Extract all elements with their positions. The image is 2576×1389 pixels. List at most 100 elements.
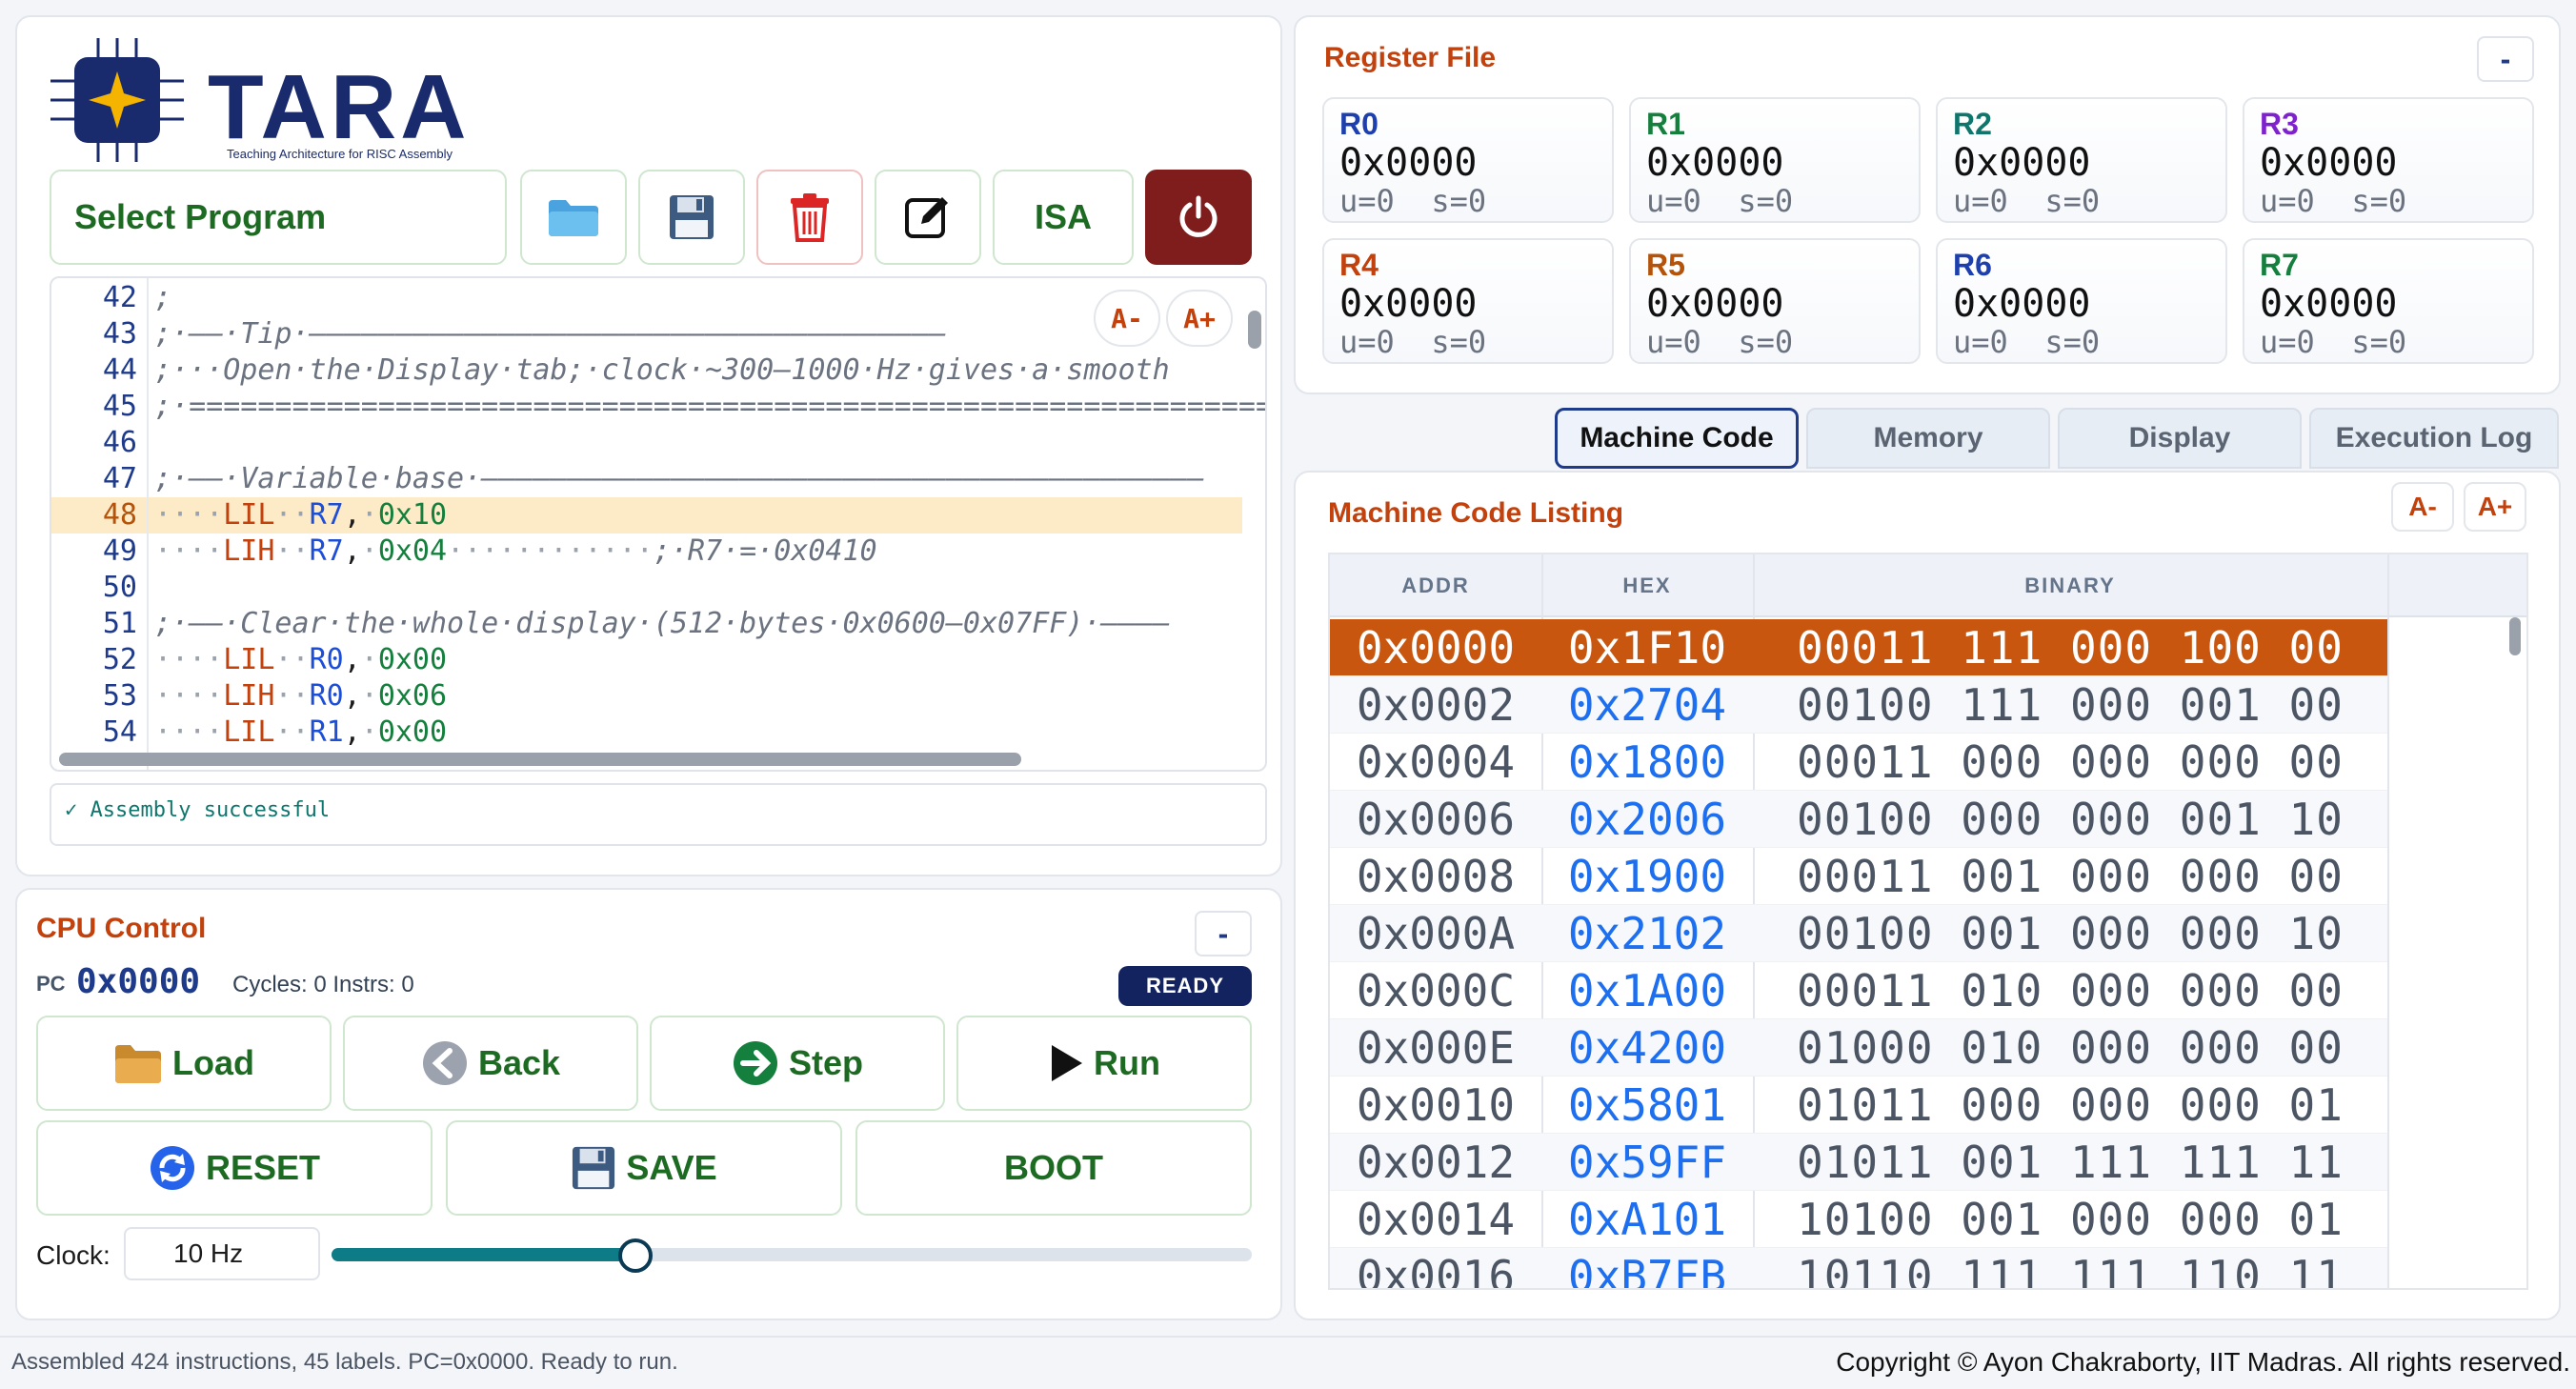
footer-divider [0,1336,2576,1338]
tab-memory[interactable]: Memory [1806,408,2050,469]
line-number: 50 [102,571,137,604]
code-line[interactable]: 45 ;·====================================… [51,389,1265,425]
cell-addr: 0x0010 [1356,1079,1516,1131]
editor-horizontal-scrollbar[interactable] [59,753,1021,766]
code-line[interactable]: 44 ;···Open·the·Display·tab;·clock·~300–1… [51,352,1242,389]
register-signed-unsigned: u=0 s=0 [2260,324,2407,360]
register-name: R2 [1953,107,1992,141]
table-row[interactable]: 0x0000 0x1F10 00011 111 000 100 00 [1330,619,2387,676]
code-editor[interactable]: 54 ····LIL··R1,·0x00 53 ····LIH··R0,·0x06 52… [50,276,1267,772]
reset-button[interactable]: RESET [36,1120,433,1216]
header-hex: HEX [1622,574,1672,597]
table-row[interactable]: 0x000A 0x2102 00100 001 000 000 10 [1330,905,2387,962]
clock-slider[interactable] [332,1238,1252,1273]
code-line[interactable]: 43 ;·——·Tip·—————————————————————————————… [51,316,1242,352]
table-row[interactable]: 0x0016 0xB7FB 10110 111 111 110 11 [1330,1248,2387,1290]
cell-binary: 00011 000 000 000 00 [1797,736,2344,788]
step-arrow-icon [733,1041,777,1085]
status-badge: READY [1118,966,1252,1006]
cell-hex: 0x1900 [1567,851,1727,902]
tab-execution-log[interactable]: Execution Log [2309,408,2559,469]
cell-addr: 0x0002 [1356,679,1516,731]
save-label: SAVE [626,1148,717,1187]
table-row[interactable]: 0x0004 0x1800 00011 000 000 000 00 [1330,734,2387,791]
line-number: 42 [102,281,137,314]
clock-slider-thumb[interactable] [617,1238,653,1273]
register-signed-unsigned: u=0 s=0 [1339,183,1487,219]
table-row[interactable]: 0x0012 0x59FF 01011 001 111 111 11 [1330,1134,2387,1191]
step-label: Step [788,1043,863,1082]
register-name: R0 [1339,107,1379,141]
table-row[interactable]: 0x000E 0x4200 01000 010 000 000 00 [1330,1019,2387,1077]
listing-font-increase-button[interactable]: A+ [2464,482,2526,532]
floppy-disk-icon [670,195,714,239]
cell-hex: 0x2704 [1567,679,1727,731]
cell-hex: 0xB7FB [1567,1251,1727,1290]
code-line[interactable]: 53 ····LIH··R0,·0x06 [51,678,1242,715]
editor-vertical-scrollbar[interactable] [1248,311,1261,349]
tab-display[interactable]: Display [2058,408,2302,469]
table-row[interactable]: 0x0014 0xA101 10100 001 000 000 01 [1330,1191,2387,1248]
code-text: ····LIL··R0,·0x00 [154,643,448,676]
folder-icon [549,200,598,236]
register-value: 0x0000 [1339,141,1478,185]
cell-addr: 0x0000 [1356,622,1516,674]
cell-hex: 0x2006 [1567,794,1727,845]
code-line[interactable]: 47 ;·——·Variable·base·———————————————————… [51,461,1242,497]
code-text: ; [154,281,172,314]
code-line[interactable]: 42; [51,280,1242,316]
cell-binary: 00011 111 000 100 00 [1797,622,2344,674]
register-collapse-button[interactable]: - [2477,36,2534,82]
line-number: 51 [102,607,137,640]
table-row[interactable]: 0x0010 0x5801 01011 000 000 000 01 [1330,1077,2387,1134]
boot-button[interactable]: BOOT [855,1120,1252,1216]
table-header: ADDR HEX BINARY [1330,554,2526,617]
load-button[interactable]: Load [36,1016,332,1111]
code-text: ····LIH··R0,·0x06 [154,679,448,713]
clock-slider-fill [332,1248,635,1261]
tab-machine-code[interactable]: Machine Code [1555,408,1799,469]
code-line[interactable]: 48 ····LIL··R7,·0x10 [51,497,1242,533]
code-text: ····LIL··R7,·0x10 [154,498,448,532]
editor-font-increase-button[interactable]: A+ [1166,290,1233,347]
cell-addr: 0x000E [1356,1022,1516,1074]
table-row[interactable]: 0x0006 0x2006 00100 000 000 001 10 [1330,791,2387,848]
cpu-collapse-button[interactable]: - [1195,911,1252,956]
register-r4: R4 0x0000 u=0 s=0 [1322,238,1614,364]
register-value: 0x0000 [1953,282,2091,326]
header-binary: BINARY [2024,574,2116,597]
register-signed-unsigned: u=0 s=0 [1646,183,1794,219]
code-line[interactable]: 50 [51,570,1242,606]
isa-button[interactable]: ISA [993,170,1134,265]
cpu-control-title: CPU Control [36,913,207,944]
listing-font-decrease-button[interactable]: A- [2391,482,2454,532]
cell-binary: 00100 111 000 001 00 [1797,679,2344,731]
open-file-button[interactable] [520,170,627,265]
register-name: R7 [2260,248,2299,282]
register-name: R4 [1339,248,1379,282]
register-r0: R0 0x0000 u=0 s=0 [1322,97,1614,223]
save-file-button[interactable] [638,170,745,265]
editor-font-decrease-button[interactable]: A- [1094,290,1160,347]
code-line[interactable]: 51 ;·——·Clear·the·whole·display·(512·byte… [51,606,1242,642]
edit-button[interactable] [875,170,981,265]
table-row[interactable]: 0x000C 0x1A00 00011 010 000 000 00 [1330,962,2387,1019]
register-value: 0x0000 [1339,282,1478,326]
back-button[interactable]: Back [343,1016,638,1111]
cell-hex: 0x1A00 [1567,965,1727,1017]
listing-scrollbar[interactable] [2509,617,2521,655]
power-button[interactable] [1145,170,1252,265]
step-button[interactable]: Step [650,1016,945,1111]
run-button[interactable]: Run [956,1016,1252,1111]
code-line[interactable]: 46 [51,425,1242,461]
code-line[interactable]: 49 ····LIH··R7,·0x04············;·R7·=·0x… [51,533,1242,570]
code-line[interactable]: 52 ····LIL··R0,·0x00 [51,642,1242,678]
save-state-button[interactable]: SAVE [446,1120,842,1216]
line-number: 52 [102,643,137,676]
table-row[interactable]: 0x0002 0x2704 00100 111 000 001 00 [1330,676,2387,734]
table-row[interactable]: 0x0008 0x1900 00011 001 000 000 00 [1330,848,2387,905]
clock-input[interactable]: 10 Hz [124,1227,320,1280]
code-line[interactable]: 54 ····LIL··R1,·0x00 [51,715,1242,751]
delete-button[interactable] [756,170,863,265]
select-program-dropdown[interactable]: Select Program [50,170,507,265]
